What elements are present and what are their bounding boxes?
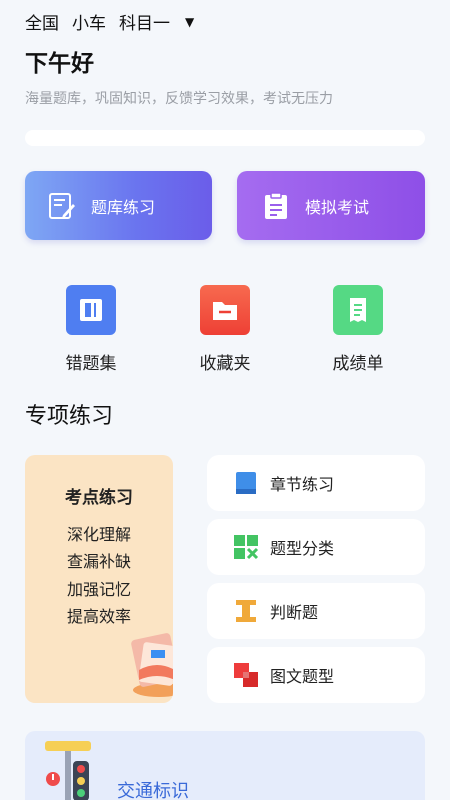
key-points-title: 考点练习: [65, 488, 133, 508]
chevron-down-icon[interactable]: ▼: [185, 15, 194, 29]
mock-exam-button[interactable]: 模拟考试: [237, 171, 425, 240]
greeting: 下午好: [25, 51, 94, 77]
vehicle-label[interactable]: 小车: [72, 9, 106, 34]
report-card-entry[interactable]: 成绩单: [313, 285, 403, 374]
traffic-signs-card[interactable]: 交通标识: [25, 731, 425, 800]
key-points-card[interactable]: 考点练习 深化理解 查漏补缺 加强记忆 提高效率: [25, 455, 173, 703]
favorites-label: 收藏夹: [199, 354, 251, 374]
region-label[interactable]: 全国: [25, 9, 59, 34]
image-question-label: 图文题型: [270, 667, 335, 686]
wrong-questions-label: 错题集: [65, 354, 117, 374]
true-false-button[interactable]: 判断题: [207, 583, 425, 639]
key-point-line: 加强记忆: [66, 580, 131, 599]
question-bank-button[interactable]: 题库练习: [25, 171, 212, 240]
key-point-line: 提高效率: [66, 607, 131, 626]
banner[interactable]: [25, 130, 425, 146]
favorites-entry[interactable]: 收藏夹: [180, 285, 270, 374]
key-point-line: 深化理解: [66, 525, 131, 544]
image-square-icon: [234, 663, 258, 687]
traffic-signs-label: 交通标识: [117, 781, 189, 800]
subtitle: 海量题库，巩固知识，反馈学习效果，考试无压力: [25, 91, 333, 107]
edit-doc-icon: [49, 192, 75, 219]
mock-exam-label: 模拟考试: [305, 197, 370, 217]
chapter-practice-label: 章节练习: [270, 475, 335, 494]
receipt-icon: [333, 285, 383, 335]
clipboard-icon: [265, 191, 287, 219]
book-illustration-icon: [131, 633, 173, 697]
image-question-button[interactable]: 图文题型: [207, 647, 425, 703]
report-card-label: 成绩单: [332, 354, 384, 374]
location-selector[interactable]: 全国 小车 科目一 ▼: [25, 9, 194, 34]
true-false-label: 判断题: [270, 603, 319, 622]
book-icon: [236, 472, 256, 494]
traffic-light-icon: [45, 741, 91, 800]
question-type-button[interactable]: 题型分类: [207, 519, 425, 575]
question-bank-label: 题库练习: [91, 197, 156, 217]
key-point-line: 查漏补缺: [66, 552, 131, 571]
section-title: 专项练习: [25, 404, 114, 429]
subject-label[interactable]: 科目一: [119, 9, 170, 34]
wrong-questions-entry[interactable]: 错题集: [46, 285, 136, 374]
question-type-label: 题型分类: [270, 539, 335, 558]
pillar-icon: [236, 600, 256, 622]
grid-icon: [234, 535, 259, 560]
notebook-icon: [66, 285, 116, 335]
folder-icon: [200, 285, 250, 335]
chapter-practice-button[interactable]: 章节练习: [207, 455, 425, 511]
